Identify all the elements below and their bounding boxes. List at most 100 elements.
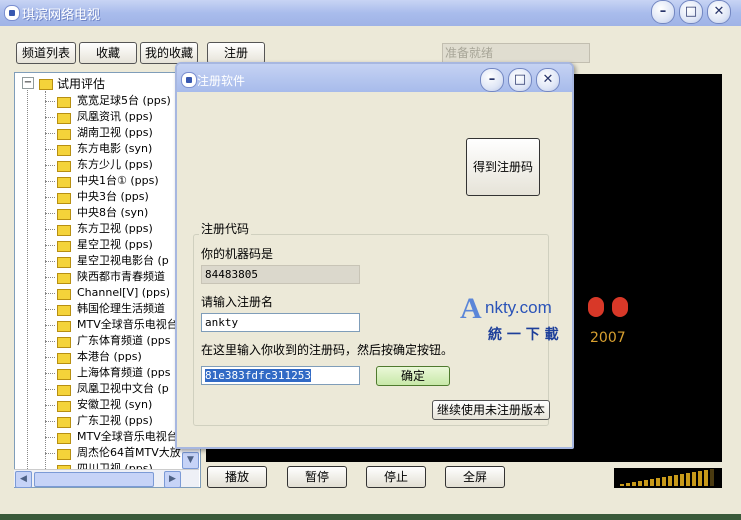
channel-icon	[57, 305, 71, 316]
channel-icon	[57, 193, 71, 204]
channel-list-button[interactable]: 频道列表	[16, 42, 76, 64]
channel-icon	[57, 385, 71, 396]
pause-button[interactable]: 暂停	[287, 466, 347, 488]
dialog-maximize-button[interactable]: □	[508, 68, 532, 92]
channel-icon	[57, 241, 71, 252]
code-selected-text: 81e383fdfc311253	[205, 369, 311, 382]
group-label: 注册代码	[199, 220, 252, 237]
tree-line	[45, 325, 55, 326]
dialog-title-bar[interactable]: 注册软件 – □ ✕	[177, 64, 572, 92]
channel-item[interactable]: 东方卫视 (pps)	[77, 221, 153, 237]
maximize-button[interactable]: □	[679, 0, 703, 24]
channel-item[interactable]: Channel[V] (pps)	[77, 285, 170, 301]
scroll-down-arrow-icon[interactable]: ▼	[182, 452, 199, 469]
dialog-app-icon	[181, 72, 197, 88]
tree-root-label[interactable]: 试用评估	[57, 76, 105, 92]
channel-item[interactable]: 湖南卫视 (pps)	[77, 125, 153, 141]
channel-item[interactable]: MTV全球音乐电视台	[77, 317, 178, 333]
channel-icon	[57, 161, 71, 172]
stop-button[interactable]: 停止	[366, 466, 426, 488]
close-button[interactable]: ✕	[707, 0, 731, 24]
channel-item[interactable]: MTV全球音乐电视台	[77, 429, 178, 445]
channel-icon	[57, 113, 71, 124]
channel-item[interactable]: 宽宽足球5台 (pps)	[77, 93, 171, 109]
volume-meter[interactable]	[614, 468, 722, 488]
channel-icon	[57, 321, 71, 332]
volume-bar	[620, 484, 624, 486]
tree-line	[45, 405, 55, 406]
name-field[interactable]: ankty	[201, 313, 360, 332]
channel-item[interactable]: 东方电影 (syn)	[77, 141, 152, 157]
watermark: A nkty.com 統 一 下 載 2007	[460, 292, 640, 352]
channel-icon	[57, 273, 71, 284]
volume-bar	[662, 477, 666, 486]
channel-icon	[57, 145, 71, 156]
tree-horizontal-scrollbar[interactable]: ◀ ▶	[14, 469, 199, 488]
tree-line	[45, 117, 55, 118]
channel-item[interactable]: 安徽卫视 (syn)	[77, 397, 152, 413]
channel-icon	[57, 417, 71, 428]
get-code-button[interactable]: 得到注册码	[466, 138, 540, 196]
ok-button[interactable]: 确定	[376, 366, 450, 386]
minimize-button[interactable]: –	[651, 0, 675, 24]
scroll-left-arrow-icon[interactable]: ◀	[15, 471, 32, 488]
my-favorites-button[interactable]: 我的收藏	[140, 42, 198, 64]
register-dialog: 注册软件 – □ ✕ 得到注册码 注册代码 你的机器码是 84483805 请输…	[175, 62, 574, 449]
channel-item[interactable]: 上海体育频道 (pps	[77, 365, 170, 381]
channel-item[interactable]: 星空卫视电影台 (p	[77, 253, 169, 269]
channel-icon	[57, 177, 71, 188]
channel-item[interactable]: 中央3台 (pps)	[77, 189, 149, 205]
volume-bar	[644, 480, 648, 486]
folder-icon	[39, 79, 53, 90]
continue-unregistered-button[interactable]: 继续使用未注册版本	[432, 400, 550, 420]
scroll-right-arrow-icon[interactable]: ▶	[164, 471, 181, 488]
dialog-minimize-button[interactable]: –	[480, 68, 504, 92]
dialog-title: 注册软件	[197, 74, 246, 88]
channel-item[interactable]: 星空卫视 (pps)	[77, 237, 153, 253]
channel-item[interactable]: 中央1台① (pps)	[77, 173, 159, 189]
channel-icon	[57, 209, 71, 220]
channel-item[interactable]: 广东体育频道 (pps	[77, 333, 170, 349]
tree-line	[45, 149, 55, 150]
code-field[interactable]: 81e383fdfc311253	[201, 366, 360, 385]
tree-line	[45, 91, 46, 487]
tree-collapse-toggle[interactable]: −	[22, 77, 34, 89]
channel-item[interactable]: 凤凰资讯 (pps)	[77, 109, 153, 125]
tree-line	[45, 261, 55, 262]
channel-item[interactable]: 陕西都市青春频道	[77, 269, 165, 285]
channel-item[interactable]: 韩国伦理生活频道	[77, 301, 165, 317]
channel-item[interactable]: 广东卫视 (pps)	[77, 413, 153, 429]
tree-line	[45, 357, 55, 358]
channel-icon	[57, 225, 71, 236]
channel-icon	[57, 97, 71, 108]
app-icon[interactable]	[4, 5, 20, 21]
tree-line	[45, 133, 55, 134]
channel-item[interactable]: 东方少儿 (pps)	[77, 157, 153, 173]
watermark-slogan: 統 一 下 載	[488, 327, 559, 343]
volume-bar	[680, 474, 684, 486]
scroll-thumb[interactable]	[34, 472, 154, 487]
dialog-close-button[interactable]: ✕	[536, 68, 560, 92]
tree-line	[45, 421, 55, 422]
channel-icon	[57, 449, 71, 460]
main-title-bar[interactable]: 琪滨网络电视 – □ ✕	[0, 0, 741, 26]
volume-bar	[668, 476, 672, 486]
lantern-icon	[612, 297, 628, 317]
volume-bar	[626, 483, 630, 486]
register-button[interactable]: 注册	[207, 42, 265, 64]
tree-line	[45, 389, 55, 390]
channel-item[interactable]: 中央8台 (syn)	[77, 205, 148, 221]
name-label: 请输入注册名	[201, 295, 274, 309]
machine-code-field[interactable]: 84483805	[201, 265, 360, 284]
channel-item[interactable]: 周杰伦64首MTV大放	[77, 445, 181, 461]
channel-item[interactable]: 凤凰卫视中文台 (p	[77, 381, 169, 397]
volume-bar	[632, 482, 636, 486]
volume-bar	[704, 470, 708, 486]
channel-tree[interactable]: − 试用评估 宽宽足球5台 (pps) 凤凰资讯 (pps) 湖南卫视 (pps) 东…	[14, 72, 201, 488]
status-field: 准备就绪	[442, 43, 590, 63]
fullscreen-button[interactable]: 全屏	[445, 466, 505, 488]
favorite-button[interactable]: 收藏	[79, 42, 137, 64]
play-button[interactable]: 播放	[207, 466, 267, 488]
channel-item[interactable]: 本港台 (pps)	[77, 349, 142, 365]
volume-bar	[692, 472, 696, 486]
